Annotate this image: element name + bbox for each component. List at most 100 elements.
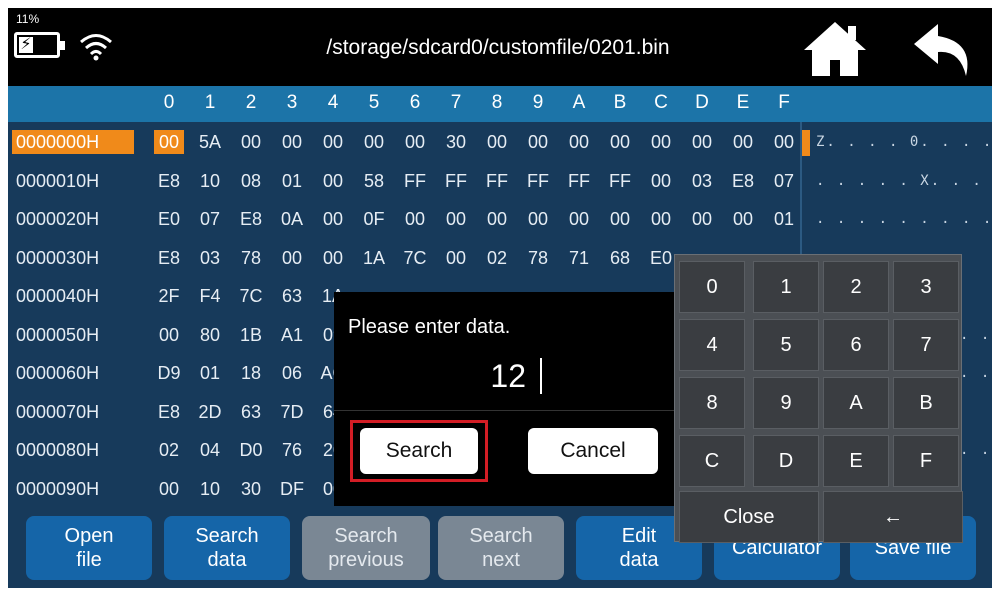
- hex-byte-cell[interactable]: 00: [318, 130, 348, 154]
- keypad-key-a[interactable]: A: [823, 377, 889, 429]
- keypad-key-7[interactable]: 7: [893, 319, 959, 371]
- hex-byte-cell[interactable]: 7C: [236, 284, 266, 308]
- keypad-key-2[interactable]: 2: [823, 261, 889, 313]
- hex-byte-cell[interactable]: 00: [400, 130, 430, 154]
- hex-byte-cell[interactable]: 78: [236, 246, 266, 270]
- search-previous-button[interactable]: Search previous: [302, 516, 430, 580]
- hex-byte-cell[interactable]: 63: [277, 284, 307, 308]
- hex-byte-cell[interactable]: 00: [605, 207, 635, 231]
- hex-row[interactable]: 0000020H E0 07 E8 0A 00 0F 00 00 00 00 00 00 00 00 00 01…: [8, 199, 992, 237]
- hex-byte-cell[interactable]: 63: [236, 400, 266, 424]
- hex-byte-cell[interactable]: FF: [523, 169, 553, 193]
- hex-byte-cell[interactable]: FF: [441, 169, 471, 193]
- search-button[interactable]: Search: [360, 428, 478, 474]
- hex-byte-cell[interactable]: DF: [277, 477, 307, 501]
- hex-byte-cell[interactable]: 01: [195, 361, 225, 385]
- keypad-key-5[interactable]: 5: [753, 319, 819, 371]
- keypad-close-button[interactable]: Close: [679, 491, 819, 543]
- hex-byte-cell[interactable]: E0: [646, 246, 676, 270]
- hex-byte-cell[interactable]: 00: [400, 207, 430, 231]
- hex-byte-cell[interactable]: 04: [195, 438, 225, 462]
- hex-byte-cell[interactable]: FF: [482, 169, 512, 193]
- hex-byte-cell[interactable]: 00: [318, 246, 348, 270]
- hex-byte-cell[interactable]: D0: [236, 438, 266, 462]
- hex-byte-cell[interactable]: E8: [154, 246, 184, 270]
- hex-byte-cell[interactable]: 00: [154, 477, 184, 501]
- hex-byte-cell[interactable]: 00: [318, 207, 348, 231]
- keypad-key-3[interactable]: 3: [893, 261, 959, 313]
- hex-byte-cell[interactable]: 00: [769, 130, 799, 154]
- keypad-key-c[interactable]: C: [679, 435, 745, 487]
- hex-byte-cell[interactable]: 30: [441, 130, 471, 154]
- hex-byte-cell[interactable]: 2F: [154, 284, 184, 308]
- hex-byte-cell[interactable]: 71: [564, 246, 594, 270]
- hex-byte-cell[interactable]: 7D: [277, 400, 307, 424]
- hex-byte-cell[interactable]: 02: [482, 246, 512, 270]
- hex-byte-cell[interactable]: 00: [605, 130, 635, 154]
- search-data-button[interactable]: Search data: [164, 516, 290, 580]
- keypad-key-8[interactable]: 8: [679, 377, 745, 429]
- hex-byte-cell[interactable]: 00: [277, 246, 307, 270]
- hex-byte-cell[interactable]: 00: [646, 207, 676, 231]
- hex-byte-cell[interactable]: 00: [441, 246, 471, 270]
- hex-byte-cell[interactable]: E0: [154, 207, 184, 231]
- hex-byte-cell[interactable]: 68: [605, 246, 635, 270]
- hex-byte-cell[interactable]: 7C: [400, 246, 430, 270]
- hex-byte-cell[interactable]: E8: [154, 169, 184, 193]
- keypad-key-b[interactable]: B: [893, 377, 959, 429]
- hex-byte-cell[interactable]: 00: [236, 130, 266, 154]
- keypad-key-6[interactable]: 6: [823, 319, 889, 371]
- keypad-key-1[interactable]: 1: [753, 261, 819, 313]
- hex-byte-cell[interactable]: 03: [195, 246, 225, 270]
- hex-byte-cell[interactable]: 00: [646, 130, 676, 154]
- hex-byte-cell[interactable]: 00: [646, 169, 676, 193]
- hex-byte-cell[interactable]: 00: [564, 130, 594, 154]
- cancel-button[interactable]: Cancel: [528, 428, 658, 474]
- hex-byte-cell[interactable]: 00: [687, 207, 717, 231]
- hex-byte-cell[interactable]: 00: [687, 130, 717, 154]
- keypad-key-e[interactable]: E: [823, 435, 889, 487]
- hex-byte-cell[interactable]: 00: [154, 323, 184, 347]
- hex-byte-cell[interactable]: 10: [195, 169, 225, 193]
- hex-byte-cell[interactable]: 1B: [236, 323, 266, 347]
- hex-byte-cell[interactable]: 00: [318, 169, 348, 193]
- keypad-key-9[interactable]: 9: [753, 377, 819, 429]
- hex-byte-cell[interactable]: 76: [277, 438, 307, 462]
- hex-byte-cell[interactable]: 06: [277, 361, 307, 385]
- hex-byte-cell[interactable]: 01: [277, 169, 307, 193]
- data-input[interactable]: 12: [348, 354, 660, 394]
- hex-byte-cell[interactable]: 0F: [359, 207, 389, 231]
- hex-byte-cell[interactable]: A1: [277, 323, 307, 347]
- hex-byte-cell[interactable]: 03: [687, 169, 717, 193]
- hex-byte-cell[interactable]: FF: [564, 169, 594, 193]
- hex-byte-cell[interactable]: D9: [154, 361, 184, 385]
- hex-byte-cell[interactable]: FF: [400, 169, 430, 193]
- hex-byte-cell[interactable]: 00: [482, 207, 512, 231]
- hex-row[interactable]: 0000010H E8 10 08 01 00 58 FF FF FF FF FF FF 00 03 E8 07…: [8, 161, 992, 199]
- hex-byte-cell[interactable]: 08: [236, 169, 266, 193]
- hex-byte-cell[interactable]: 10: [195, 477, 225, 501]
- keypad-key-4[interactable]: 4: [679, 319, 745, 371]
- hex-byte-cell[interactable]: 07: [769, 169, 799, 193]
- hex-row[interactable]: 0000000H 00 5A 00 00 00 00 00 30 00 00 00 00 00 00 00 00…: [8, 122, 992, 160]
- back-arrow-icon[interactable]: [912, 20, 976, 80]
- open-file-button[interactable]: Open file: [26, 516, 152, 580]
- hex-byte-cell[interactable]: 00: [359, 130, 389, 154]
- keypad-key-f[interactable]: F: [893, 435, 959, 487]
- hex-byte-cell[interactable]: 0A: [277, 207, 307, 231]
- home-icon[interactable]: [802, 20, 868, 78]
- hex-byte-cell[interactable]: 30: [236, 477, 266, 501]
- hex-byte-cell[interactable]: 00: [154, 130, 184, 154]
- hex-byte-cell[interactable]: 00: [728, 207, 758, 231]
- keypad-key-0[interactable]: 0: [679, 261, 745, 313]
- hex-byte-cell[interactable]: 80: [195, 323, 225, 347]
- hex-byte-cell[interactable]: 00: [441, 207, 471, 231]
- hex-byte-cell[interactable]: 58: [359, 169, 389, 193]
- hex-byte-cell[interactable]: 00: [277, 130, 307, 154]
- hex-byte-cell[interactable]: 00: [482, 130, 512, 154]
- hex-byte-cell[interactable]: 00: [523, 207, 553, 231]
- hex-byte-cell[interactable]: 00: [728, 130, 758, 154]
- hex-byte-cell[interactable]: 07: [195, 207, 225, 231]
- hex-byte-cell[interactable]: 78: [523, 246, 553, 270]
- hex-byte-cell[interactable]: 00: [564, 207, 594, 231]
